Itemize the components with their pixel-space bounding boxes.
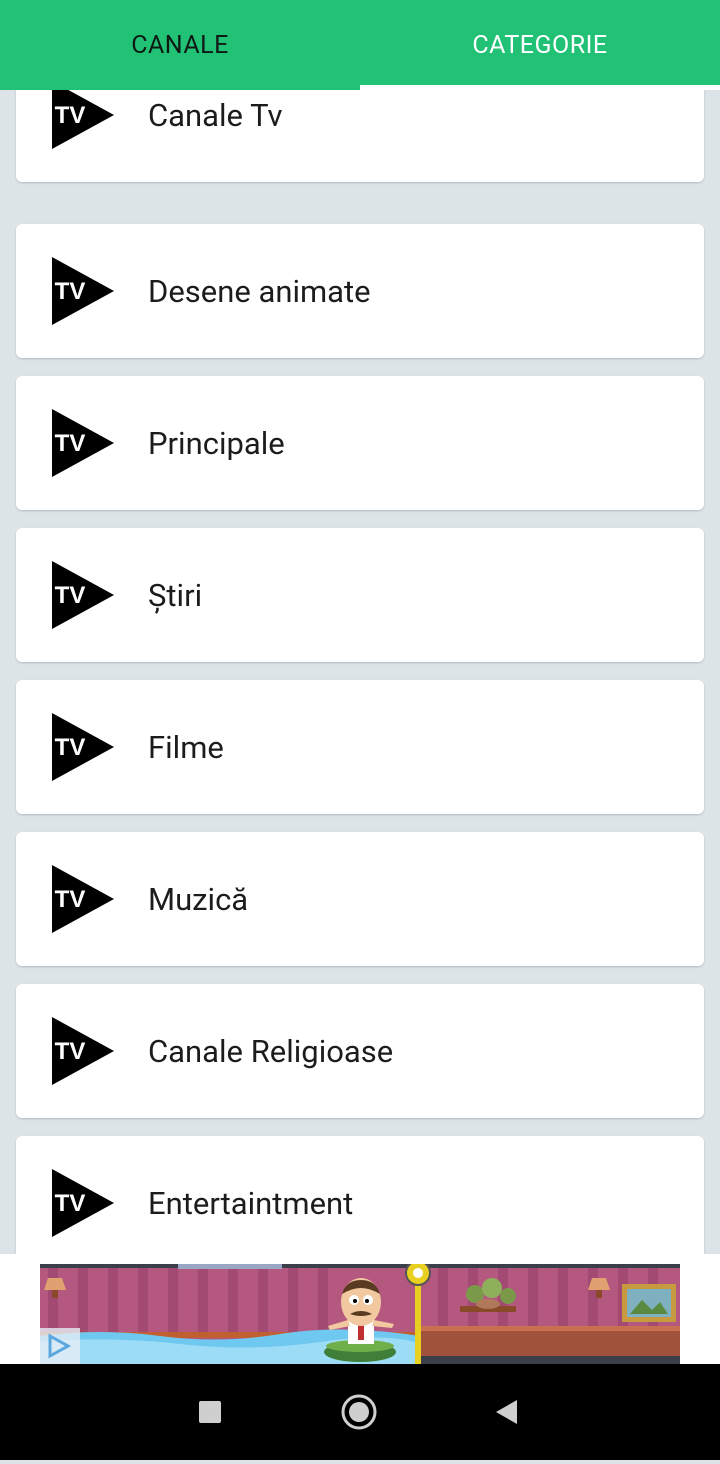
tab-bar: CANALE CATEGORIE [0, 0, 720, 90]
system-nav-icons [199, 1394, 517, 1430]
category-label: Canale Tv [148, 96, 283, 134]
category-label: Filme [148, 728, 224, 766]
category-item[interactable]: TV Canale Religioase [16, 984, 704, 1118]
svg-text:TV: TV [55, 1190, 86, 1217]
category-label: Muzică [148, 880, 249, 918]
category-label: Entertaintment [148, 1184, 354, 1222]
svg-text:TV: TV [55, 102, 86, 129]
tab-canale-label: CANALE [131, 30, 229, 60]
tv-play-icon: TV [52, 1169, 114, 1237]
tv-play-icon: TV [52, 409, 114, 477]
tab-categorie-label: CATEGORIE [472, 30, 608, 60]
category-label: Principale [148, 424, 285, 462]
category-item[interactable]: TV Muzică [16, 832, 704, 966]
category-label: Desene animate [148, 272, 371, 310]
tab-canale[interactable]: CANALE [0, 0, 360, 90]
category-label: Știri [148, 576, 203, 614]
svg-text:TV: TV [55, 278, 86, 305]
ad-banner[interactable] [40, 1264, 680, 1364]
tv-play-icon: TV [52, 257, 114, 325]
svg-text:TV: TV [55, 430, 86, 457]
category-item[interactable]: TV Știri [16, 528, 704, 662]
svg-text:TV: TV [55, 886, 86, 913]
ad-container [0, 1254, 720, 1364]
tab-categorie[interactable]: CATEGORIE [360, 0, 720, 90]
svg-text:TV: TV [55, 1038, 86, 1065]
tv-play-icon: TV [52, 561, 114, 629]
recents-square-icon[interactable] [199, 1401, 221, 1423]
back-triangle-icon[interactable] [496, 1400, 517, 1424]
category-item[interactable]: TV Principale [16, 376, 704, 510]
ad-game-scene [40, 1264, 680, 1364]
category-list[interactable]: TV Canale Tv TV Desene animate TV Princi… [0, 90, 720, 1254]
tv-play-icon: TV [52, 865, 114, 933]
tv-play-icon: TV [52, 90, 114, 149]
tv-play-icon: TV [52, 713, 114, 781]
svg-text:TV: TV [55, 734, 86, 761]
category-label: Canale Religioase [148, 1032, 394, 1070]
category-item[interactable]: TV Entertaintment [16, 1136, 704, 1254]
svg-text:TV: TV [55, 582, 86, 609]
category-item[interactable]: TV Canale Tv [16, 90, 704, 182]
category-item[interactable]: TV Filme [16, 680, 704, 814]
tv-play-icon: TV [52, 1017, 114, 1085]
category-item[interactable]: TV Desene animate [16, 224, 704, 358]
system-nav-bar [0, 1364, 720, 1460]
